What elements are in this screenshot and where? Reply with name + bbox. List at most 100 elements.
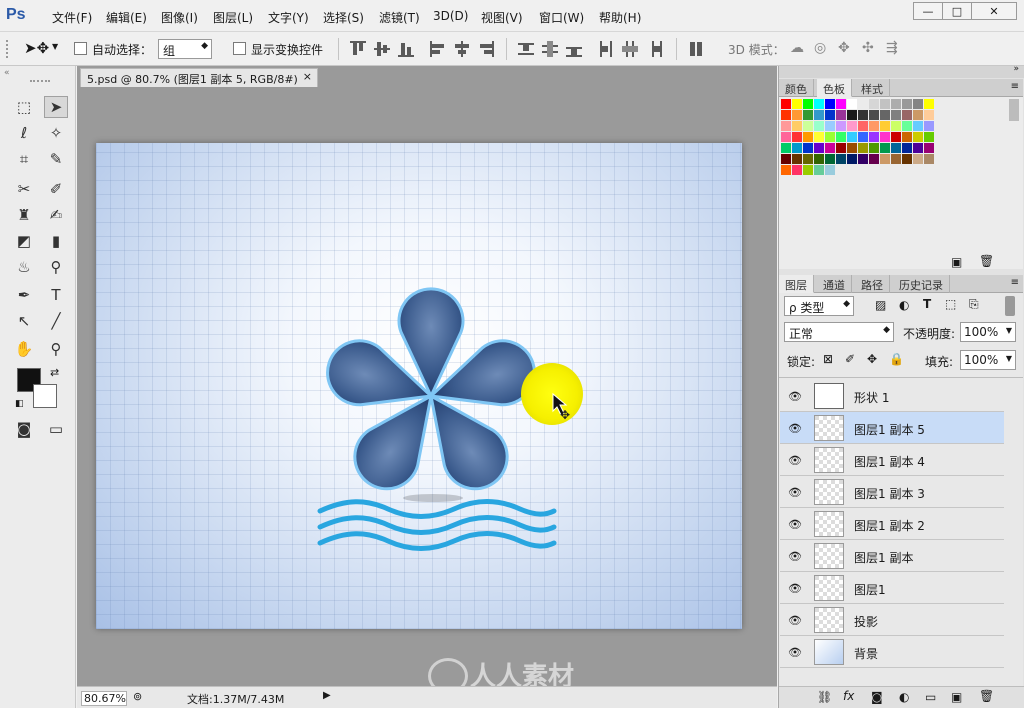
eye-icon[interactable]: 👁 bbox=[788, 582, 802, 595]
tab-styles[interactable]: 样式 bbox=[855, 79, 890, 97]
link-icon[interactable]: ⛓ bbox=[817, 690, 832, 704]
swatch[interactable] bbox=[858, 143, 868, 153]
filter-shape-icon[interactable]: ⬚ bbox=[945, 297, 956, 311]
lock-all-icon[interactable]: 🔒 bbox=[889, 352, 904, 366]
swatch[interactable] bbox=[858, 132, 868, 142]
filter-smart-icon[interactable]: ⎘ bbox=[969, 297, 979, 312]
swatch[interactable] bbox=[792, 154, 802, 164]
swatch[interactable] bbox=[847, 154, 857, 164]
type-icon[interactable]: T bbox=[44, 284, 68, 306]
swatch[interactable] bbox=[847, 110, 857, 120]
layer-row[interactable]: 👁 图层1 副本 2 bbox=[780, 508, 1004, 540]
document-tab[interactable]: 5.psd @ 80.7% (图层1 副本 5, RGB/8#) × bbox=[80, 68, 318, 87]
filter-type-icon[interactable]: T bbox=[923, 297, 931, 311]
swatch[interactable] bbox=[814, 154, 824, 164]
minimize-button[interactable]: — bbox=[913, 2, 943, 20]
lock-pixels-icon[interactable]: ✐ bbox=[845, 352, 855, 366]
eye-icon[interactable]: 👁 bbox=[788, 614, 802, 627]
dodge-icon[interactable]: ⚲ bbox=[44, 256, 68, 278]
eye-icon[interactable]: 👁 bbox=[788, 550, 802, 563]
marquee-icon[interactable]: ⬚ bbox=[12, 96, 36, 118]
swatch[interactable] bbox=[869, 143, 879, 153]
history-brush-icon[interactable]: ✍ bbox=[44, 204, 68, 226]
background-color-swatch[interactable] bbox=[33, 384, 57, 408]
3d-scale-icon[interactable]: ⇶ bbox=[886, 40, 898, 56]
screen-mode-icon[interactable]: ▭ bbox=[44, 418, 68, 440]
tab-color[interactable]: 颜色 bbox=[779, 79, 814, 97]
swatch[interactable] bbox=[880, 154, 890, 164]
canvas[interactable]: ✥ bbox=[96, 143, 742, 629]
auto-align-icon[interactable] bbox=[688, 41, 704, 57]
swatch[interactable] bbox=[792, 132, 802, 142]
align-bottom-icon[interactable] bbox=[398, 41, 414, 57]
swatch[interactable] bbox=[891, 99, 901, 109]
default-colors-icon[interactable]: ◧ bbox=[15, 399, 24, 409]
adjustment-icon[interactable]: ◐ bbox=[899, 690, 909, 704]
show-transform-checkbox[interactable] bbox=[233, 42, 246, 55]
panel-menu-icon[interactable]: ≡ bbox=[1011, 277, 1019, 288]
swatch[interactable] bbox=[880, 143, 890, 153]
hand-icon[interactable]: ✋ bbox=[12, 338, 36, 360]
swatch[interactable] bbox=[836, 99, 846, 109]
eyedropper-icon[interactable]: ✎ bbox=[44, 148, 68, 170]
3d-slide-icon[interactable]: ✣ bbox=[862, 40, 874, 56]
swatches-scrollbar[interactable] bbox=[1009, 99, 1019, 121]
layer-row[interactable]: 👁 图层1 副本 4 bbox=[780, 444, 1004, 476]
swap-colors-icon[interactable]: ⇄ bbox=[50, 366, 59, 379]
tab-channels[interactable]: 通道 bbox=[817, 275, 852, 293]
swatch[interactable] bbox=[869, 110, 879, 120]
swatch[interactable] bbox=[858, 99, 868, 109]
zoom-icon[interactable]: ⚲ bbox=[44, 338, 68, 360]
swatch[interactable] bbox=[825, 154, 835, 164]
tab-paths[interactable]: 路径 bbox=[855, 275, 890, 293]
swatch[interactable] bbox=[891, 110, 901, 120]
swatch[interactable] bbox=[902, 121, 912, 131]
path-select-icon[interactable]: ↖ bbox=[12, 310, 36, 332]
swatch[interactable] bbox=[792, 165, 802, 175]
filter-toggle[interactable] bbox=[1005, 296, 1015, 316]
swatch[interactable] bbox=[781, 165, 791, 175]
menu-select[interactable]: 选择(S) bbox=[323, 9, 364, 26]
swatch[interactable] bbox=[814, 121, 824, 131]
swatch[interactable] bbox=[924, 132, 934, 142]
tab-history[interactable]: 历史记录 bbox=[893, 275, 950, 293]
blur-icon[interactable]: ♨ bbox=[12, 256, 36, 278]
layer-row[interactable]: 👁 图层1 副本 5 bbox=[780, 412, 1004, 444]
menu-3d[interactable]: 3D(D) bbox=[433, 9, 468, 23]
swatch[interactable] bbox=[792, 143, 802, 153]
swatch[interactable] bbox=[902, 132, 912, 142]
pen-icon[interactable]: ✒ bbox=[12, 284, 36, 306]
layer-row[interactable]: 👁 背景 bbox=[780, 636, 1004, 668]
collapse-panels-icon[interactable]: » bbox=[1013, 64, 1019, 74]
swatch[interactable] bbox=[792, 121, 802, 131]
distribute-hcenter-icon[interactable] bbox=[622, 41, 638, 57]
swatch[interactable] bbox=[814, 165, 824, 175]
align-right-icon[interactable] bbox=[478, 41, 494, 57]
filter-pixel-icon[interactable]: ▨ bbox=[875, 298, 886, 312]
swatch[interactable] bbox=[836, 121, 846, 131]
swatch[interactable] bbox=[858, 154, 868, 164]
maximize-button[interactable]: □ bbox=[942, 2, 972, 20]
lock-position-icon[interactable]: ✥ bbox=[867, 352, 877, 366]
tab-swatches[interactable]: 色板 bbox=[817, 79, 852, 97]
swatch[interactable] bbox=[902, 99, 912, 109]
swatch[interactable] bbox=[781, 99, 791, 109]
swatch[interactable] bbox=[825, 143, 835, 153]
swatch[interactable] bbox=[891, 121, 901, 131]
swatch[interactable] bbox=[781, 110, 791, 120]
fill-field[interactable]: 100% ▼ bbox=[960, 350, 1016, 370]
swatch[interactable] bbox=[825, 110, 835, 120]
distribute-right-icon[interactable] bbox=[646, 41, 662, 57]
new-swatch-icon[interactable]: ▣ bbox=[951, 255, 962, 269]
swatch[interactable] bbox=[825, 121, 835, 131]
quick-mask-icon[interactable]: ◙ bbox=[12, 418, 36, 440]
align-left-icon[interactable] bbox=[430, 41, 446, 57]
eraser-icon[interactable]: ◩ bbox=[12, 230, 36, 252]
swatch[interactable] bbox=[825, 99, 835, 109]
swatch[interactable] bbox=[836, 132, 846, 142]
swatch[interactable] bbox=[891, 132, 901, 142]
swatch[interactable] bbox=[891, 154, 901, 164]
swatch[interactable] bbox=[858, 121, 868, 131]
swatch[interactable] bbox=[836, 154, 846, 164]
swatch[interactable] bbox=[825, 132, 835, 142]
